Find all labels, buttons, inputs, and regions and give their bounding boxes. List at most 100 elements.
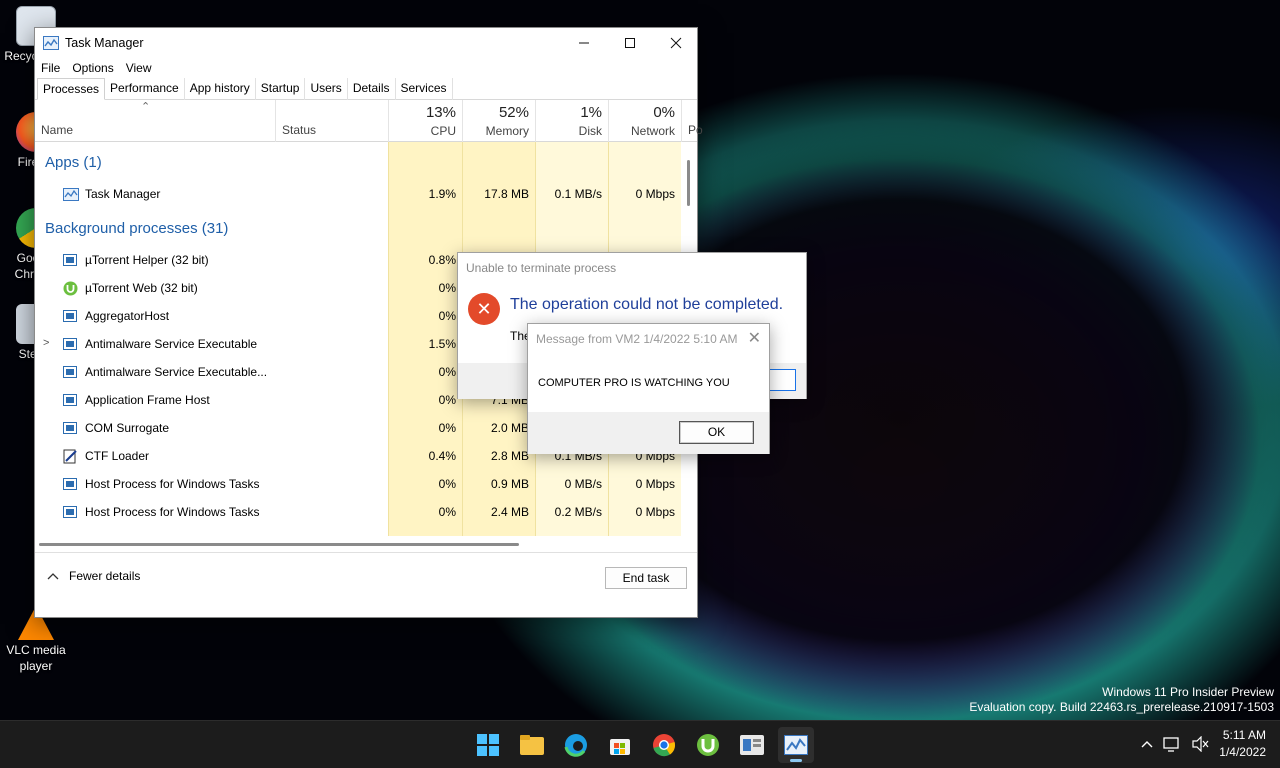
clock-time: 5:11 AM	[1222, 728, 1266, 742]
chevron-right-icon[interactable]: >	[43, 337, 49, 349]
process-icon	[63, 506, 77, 518]
column-status[interactable]: Status	[275, 100, 316, 142]
ok-button[interactable]: OK	[679, 421, 754, 444]
close-icon[interactable]: ✕	[748, 328, 761, 348]
system-tray: 5:11 AM 1/4/2022	[1141, 727, 1266, 761]
scrollbar-thumb[interactable]	[687, 160, 690, 206]
table-row[interactable]: Task Manager 1.9% 17.8 MB 0.1 MB/s 0 Mbp…	[35, 180, 681, 208]
process-memory: 17.8 MB	[484, 187, 529, 201]
close-icon	[670, 37, 682, 49]
end-task-button[interactable]: End task	[605, 567, 687, 589]
sort-up-icon: ⌃	[141, 101, 151, 113]
app-icon	[740, 735, 764, 755]
error-main-text: The operation could not be completed.	[510, 296, 784, 313]
desktop-icon-label: VLC media player	[6, 643, 66, 673]
network-label: Network	[630, 124, 675, 138]
horizontal-scrollbar[interactable]	[35, 536, 697, 553]
memory-percent: 52%	[498, 104, 529, 121]
start-icon	[477, 734, 499, 756]
file-explorer-button[interactable]	[514, 727, 550, 763]
process-memory: 0.9 MB	[490, 477, 529, 491]
message-dialog-footer: OK	[528, 412, 769, 454]
column-memory[interactable]: 52% Memory	[462, 100, 535, 142]
tab-services[interactable]: Services	[396, 78, 453, 100]
process-disk: 0 MB/s	[564, 477, 602, 491]
menu-options[interactable]: Options	[72, 61, 113, 75]
process-cpu: 0%	[438, 281, 456, 295]
process-network: 0 Mbps	[635, 187, 675, 201]
ctf-loader-icon	[63, 449, 77, 464]
process-cpu: 0%	[438, 421, 456, 435]
column-power[interactable]: Po	[681, 100, 703, 142]
utorrent-icon	[697, 734, 719, 756]
column-name[interactable]: Name	[41, 123, 73, 137]
cpu-percent: 13%	[425, 104, 456, 121]
file-explorer-icon	[520, 735, 544, 755]
tab-details[interactable]: Details	[348, 78, 396, 100]
process-memory: 2.8 MB	[490, 449, 529, 463]
table-row[interactable]: Host Process for Windows Tasks 0% 0.9 MB…	[35, 470, 681, 498]
process-disk: 0.1 MB/s	[554, 187, 602, 201]
column-network[interactable]: 0% Network	[608, 100, 681, 142]
menu-view[interactable]: View	[126, 61, 152, 75]
process-network: 0 Mbps	[635, 505, 675, 519]
tab-processes[interactable]: Processes	[37, 78, 106, 100]
process-memory: 2.4 MB	[490, 505, 529, 519]
volume-muted-icon[interactable]	[1191, 736, 1209, 752]
watermark-line-2: Evaluation copy. Build 22463.rs_prerelea…	[969, 700, 1274, 714]
message-dialog: Message from VM2 1/4/2022 5:10 AM ✕ COMP…	[527, 323, 770, 454]
process-name: µTorrent Web (32 bit)	[85, 281, 198, 295]
network-icon[interactable]	[1163, 736, 1181, 752]
column-cpu[interactable]: 13% CPU	[388, 100, 462, 142]
store-button[interactable]	[602, 727, 638, 763]
chrome-button[interactable]	[646, 727, 682, 763]
task-manager-button[interactable]	[778, 727, 814, 763]
process-name: Antimalware Service Executable...	[85, 365, 268, 379]
start-button[interactable]	[470, 727, 506, 763]
tab-users[interactable]: Users	[305, 78, 348, 100]
edge-button[interactable]	[558, 727, 594, 763]
table-row[interactable]: Host Process for Windows Tasks 0% 2.4 MB…	[35, 498, 681, 526]
fewer-details-button[interactable]: Fewer details	[47, 569, 140, 583]
process-memory: 2.0 MB	[490, 421, 529, 435]
disk-label: Disk	[578, 124, 602, 138]
tab-app-history[interactable]: App history	[185, 78, 256, 100]
window-title: Task Manager	[65, 36, 144, 50]
app-button[interactable]	[734, 727, 770, 763]
minimize-button[interactable]	[561, 28, 607, 58]
cpu-label: CPU	[430, 124, 456, 138]
chevron-up-icon[interactable]	[1141, 740, 1153, 748]
process-cpu: 1.9%	[428, 187, 456, 201]
process-cpu: 1.5%	[428, 337, 456, 351]
task-manager-icon	[784, 735, 808, 755]
store-icon	[610, 739, 630, 755]
utorrent-button[interactable]	[690, 727, 726, 763]
tab-startup[interactable]: Startup	[256, 78, 306, 100]
message-dialog-title: Message from VM2 1/4/2022 5:10 AM	[536, 332, 738, 346]
fewer-details-label: Fewer details	[69, 569, 141, 583]
memory-label: Memory	[485, 124, 529, 138]
network-percent: 0%	[653, 104, 675, 121]
process-name: Host Process for Windows Tasks	[85, 505, 260, 519]
process-cpu: 0%	[438, 477, 456, 491]
tab-bar: Processes Performance App history Startu…	[35, 78, 697, 100]
maximize-icon	[625, 38, 635, 48]
chrome-icon	[653, 734, 676, 757]
process-cpu: 0.4%	[428, 449, 456, 463]
process-disk: 0.2 MB/s	[554, 505, 602, 519]
menu-file[interactable]: File	[41, 61, 60, 75]
process-icon	[63, 310, 77, 322]
process-name: Host Process for Windows Tasks	[85, 477, 260, 491]
clock-date: 1/4/2022	[1219, 745, 1266, 759]
process-name: Application Frame Host	[85, 393, 210, 407]
process-icon	[63, 394, 77, 406]
column-header: ⌃ Name Status 13% CPU 52% Memory 1% Disk…	[35, 100, 703, 142]
clock[interactable]: 5:11 AM 1/4/2022	[1219, 727, 1266, 761]
close-button[interactable]	[653, 28, 699, 58]
maximize-button[interactable]	[607, 28, 653, 58]
group-background: Background processes (31)	[45, 220, 229, 237]
tab-performance[interactable]: Performance	[105, 78, 185, 100]
watermark-line-1: Windows 11 Pro Insider Preview	[1102, 685, 1274, 699]
scrollbar-thumb[interactable]	[39, 543, 519, 546]
column-disk[interactable]: 1% Disk	[535, 100, 608, 142]
